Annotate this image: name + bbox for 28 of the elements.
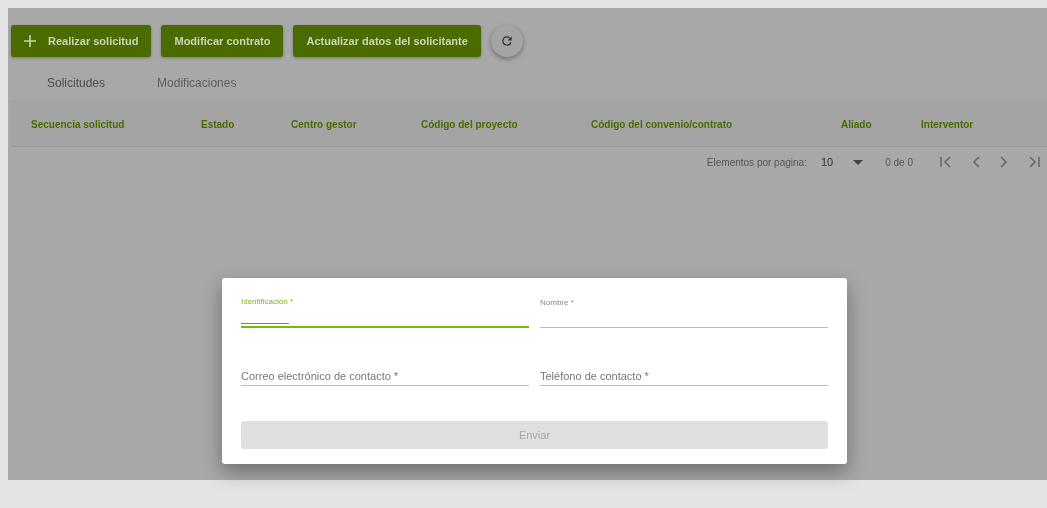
- column-header: Centro gestor: [291, 118, 358, 130]
- column-header: Interventor: [921, 118, 975, 130]
- tab[interactable]: Solicitudes: [21, 65, 132, 101]
- refresh-button[interactable]: [490, 25, 523, 57]
- toolbar-button[interactable]: Actualizar datos del solicitante: [293, 25, 481, 57]
- column-header: Código del convenio/contrato: [591, 118, 734, 130]
- refresh-icon: [499, 34, 514, 48]
- tab[interactable]: Modificaciones: [131, 65, 263, 101]
- page-range: 0 de 0: [885, 156, 913, 168]
- input-field[interactable]: Nombre *: [540, 292, 828, 328]
- previous-page-icon[interactable]: [971, 155, 981, 169]
- toolbar-button[interactable]: Modificar contrato: [161, 25, 284, 57]
- toolbar-button[interactable]: Realizar solicitud: [11, 25, 152, 57]
- next-page-icon[interactable]: [999, 155, 1009, 169]
- column-header: Estado: [201, 118, 236, 130]
- plus-icon: [24, 35, 36, 47]
- first-page-icon[interactable]: [939, 155, 953, 169]
- column-header: Secuencia solicitud: [31, 118, 126, 130]
- input-field[interactable]: Identificación *: [241, 292, 529, 328]
- input-field[interactable]: Correo electrónico de contacto *: [241, 350, 529, 386]
- caret-icon: [853, 159, 864, 165]
- page-size-label: Elementos por pagina:: [706, 156, 807, 168]
- text-cursor: [241, 323, 289, 324]
- last-page-icon[interactable]: [1027, 155, 1041, 169]
- input-field[interactable]: Teléfono de contacto *: [540, 350, 828, 386]
- page-size-select[interactable]: 10: [820, 156, 872, 168]
- column-header: Código del proyecto: [421, 118, 519, 130]
- column-header: Aliado: [841, 118, 873, 130]
